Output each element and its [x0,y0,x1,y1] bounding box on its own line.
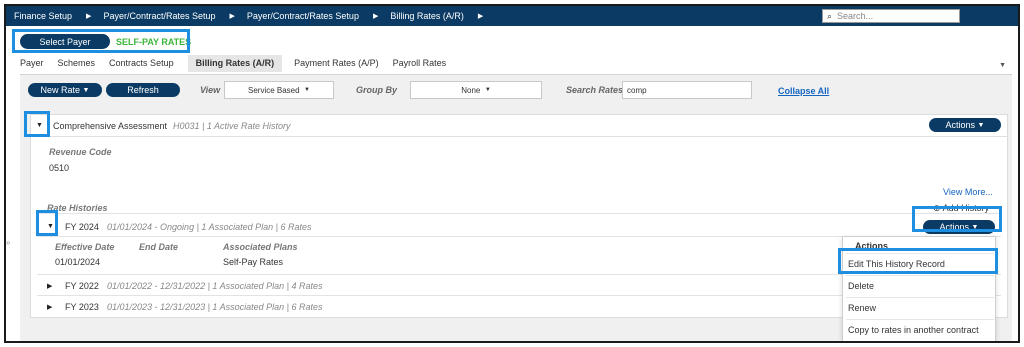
chevron-right-icon: ▶ [477,13,484,20]
rate-histories-label: Rate Histories [47,203,108,213]
group-by-select[interactable]: None ▼ [410,81,542,99]
service-actions-button[interactable]: Actions ▼ [929,118,1001,132]
view-select[interactable]: Service Based ▼ [224,81,334,99]
effective-date-value: 01/01/2024 [55,257,101,267]
history-actions-button[interactable]: Actions ▼ [923,220,995,234]
new-rate-label: New Rate [40,85,81,95]
history-meta: 01/01/2023 - 12/31/2023 | 1 Associated P… [107,302,323,312]
chevron-right-icon: ▶ [372,13,379,20]
service-meta: H0031 | 1 Active Rate History [173,121,291,131]
expand-sidebar-icon[interactable]: » [6,238,10,247]
search-rates-input[interactable]: comp [622,81,752,99]
tab-bar: Payer Schemes Contracts Setup Billing Ra… [20,55,460,72]
breadcrumb-item[interactable]: Finance Setup [14,11,72,21]
tab-contracts-setup[interactable]: Contracts Setup [109,58,174,72]
associated-plan-value: Self-Pay Rates [223,257,284,267]
caret-down-icon: ▼ [977,121,985,129]
app-frame: Finance Setup ▶ Payer/Contract/Rates Setu… [4,4,1020,343]
new-rate-button[interactable]: New Rate ▼ [28,83,102,97]
breadcrumb-item[interactable]: Payer/Contract/Rates Setup [247,11,359,21]
caret-down-icon: ▼ [82,86,90,94]
tab-payroll-rates[interactable]: Payroll Rates [393,58,447,72]
caret-down-icon[interactable]: ▼ [36,122,43,129]
breadcrumb-item[interactable]: Payer/Contract/Rates Setup [103,11,215,21]
col-header-associated-plans: Associated Plans [223,242,298,252]
group-by-value: None [461,85,481,95]
top-nav-bar: Finance Setup ▶ Payer/Contract/Rates Setu… [6,6,1018,26]
history-meta: 01/01/2024 - Ongoing | 1 Associated Plan… [107,222,312,232]
actions-label: Actions [945,120,976,130]
revenue-code-value: 0510 [49,163,70,173]
chevron-right-icon: ▶ [229,13,235,20]
service-header: ▼ Comprehensive Assessment H0031 | 1 Act… [31,115,1007,137]
history-fy: FY 2023 [65,302,99,312]
payer-name: SELF-PAY RATES [116,37,192,47]
tab-schemes[interactable]: Schemes [58,58,96,72]
caret-right-icon[interactable]: ▶ [47,303,52,311]
service-name: Comprehensive Assessment [53,121,168,131]
search-rates-label: Search Rates [566,85,624,95]
caret-right-icon[interactable]: ▶ [47,282,52,290]
menu-item-copy-rates[interactable]: Copy to rates in another contract [846,319,994,339]
tab-payment-rates[interactable]: Payment Rates (A/P) [294,58,379,72]
history-fy: FY 2022 [65,281,99,291]
collapse-all-link[interactable]: Collapse All [778,86,829,96]
col-header-end-date: End Date [139,242,179,252]
tab-billing-rates[interactable]: Billing Rates (A/R) [187,55,283,72]
caret-down-icon[interactable]: ▼ [47,223,54,230]
menu-item-renew[interactable]: Renew [846,297,994,317]
select-payer-button[interactable]: Select Payer [20,34,110,49]
group-by-label: Group By [356,85,398,95]
caret-down-icon: ▼ [484,87,491,93]
view-select-value: Service Based [248,85,300,95]
menu-title: Actions [855,241,889,251]
caret-down-icon: ▼ [304,87,310,93]
view-label: View [200,85,221,95]
actions-menu: Actions Edit This History Record Delete … [842,236,996,341]
breadcrumb: Finance Setup ▶ Payer/Contract/Rates Setu… [6,11,495,21]
menu-item-edit-history[interactable]: Edit This History Record [846,253,994,273]
plus-circle-icon: ⊕ [933,203,941,213]
history-meta: 01/01/2022 - 12/31/2022 | 1 Associated P… [107,281,323,291]
search-placeholder: Search... [837,11,874,21]
menu-item-delete[interactable]: Delete [846,275,994,295]
breadcrumb-item[interactable]: Billing Rates (A/R) [390,11,464,21]
refresh-button[interactable]: Refresh [106,83,180,97]
history-fy: FY 2024 [65,222,99,232]
col-header-effective-date: Effective Date [55,242,115,252]
divider [37,213,1001,214]
tab-payer[interactable]: Payer [20,58,44,72]
search-icon: ⌕ [827,10,833,21]
add-history-label: Add History [942,203,990,213]
revenue-code-label: Revenue Code [49,147,112,157]
chevron-down-icon[interactable]: ▼ [999,62,1006,69]
actions-label: Actions [939,222,970,232]
search-input[interactable]: ⌕ Search... [822,9,960,23]
chevron-right-icon: ▶ [86,13,92,20]
caret-down-icon: ▼ [971,223,979,231]
search-rates-value: comp [627,85,647,95]
view-more-link[interactable]: View More... [943,187,993,197]
